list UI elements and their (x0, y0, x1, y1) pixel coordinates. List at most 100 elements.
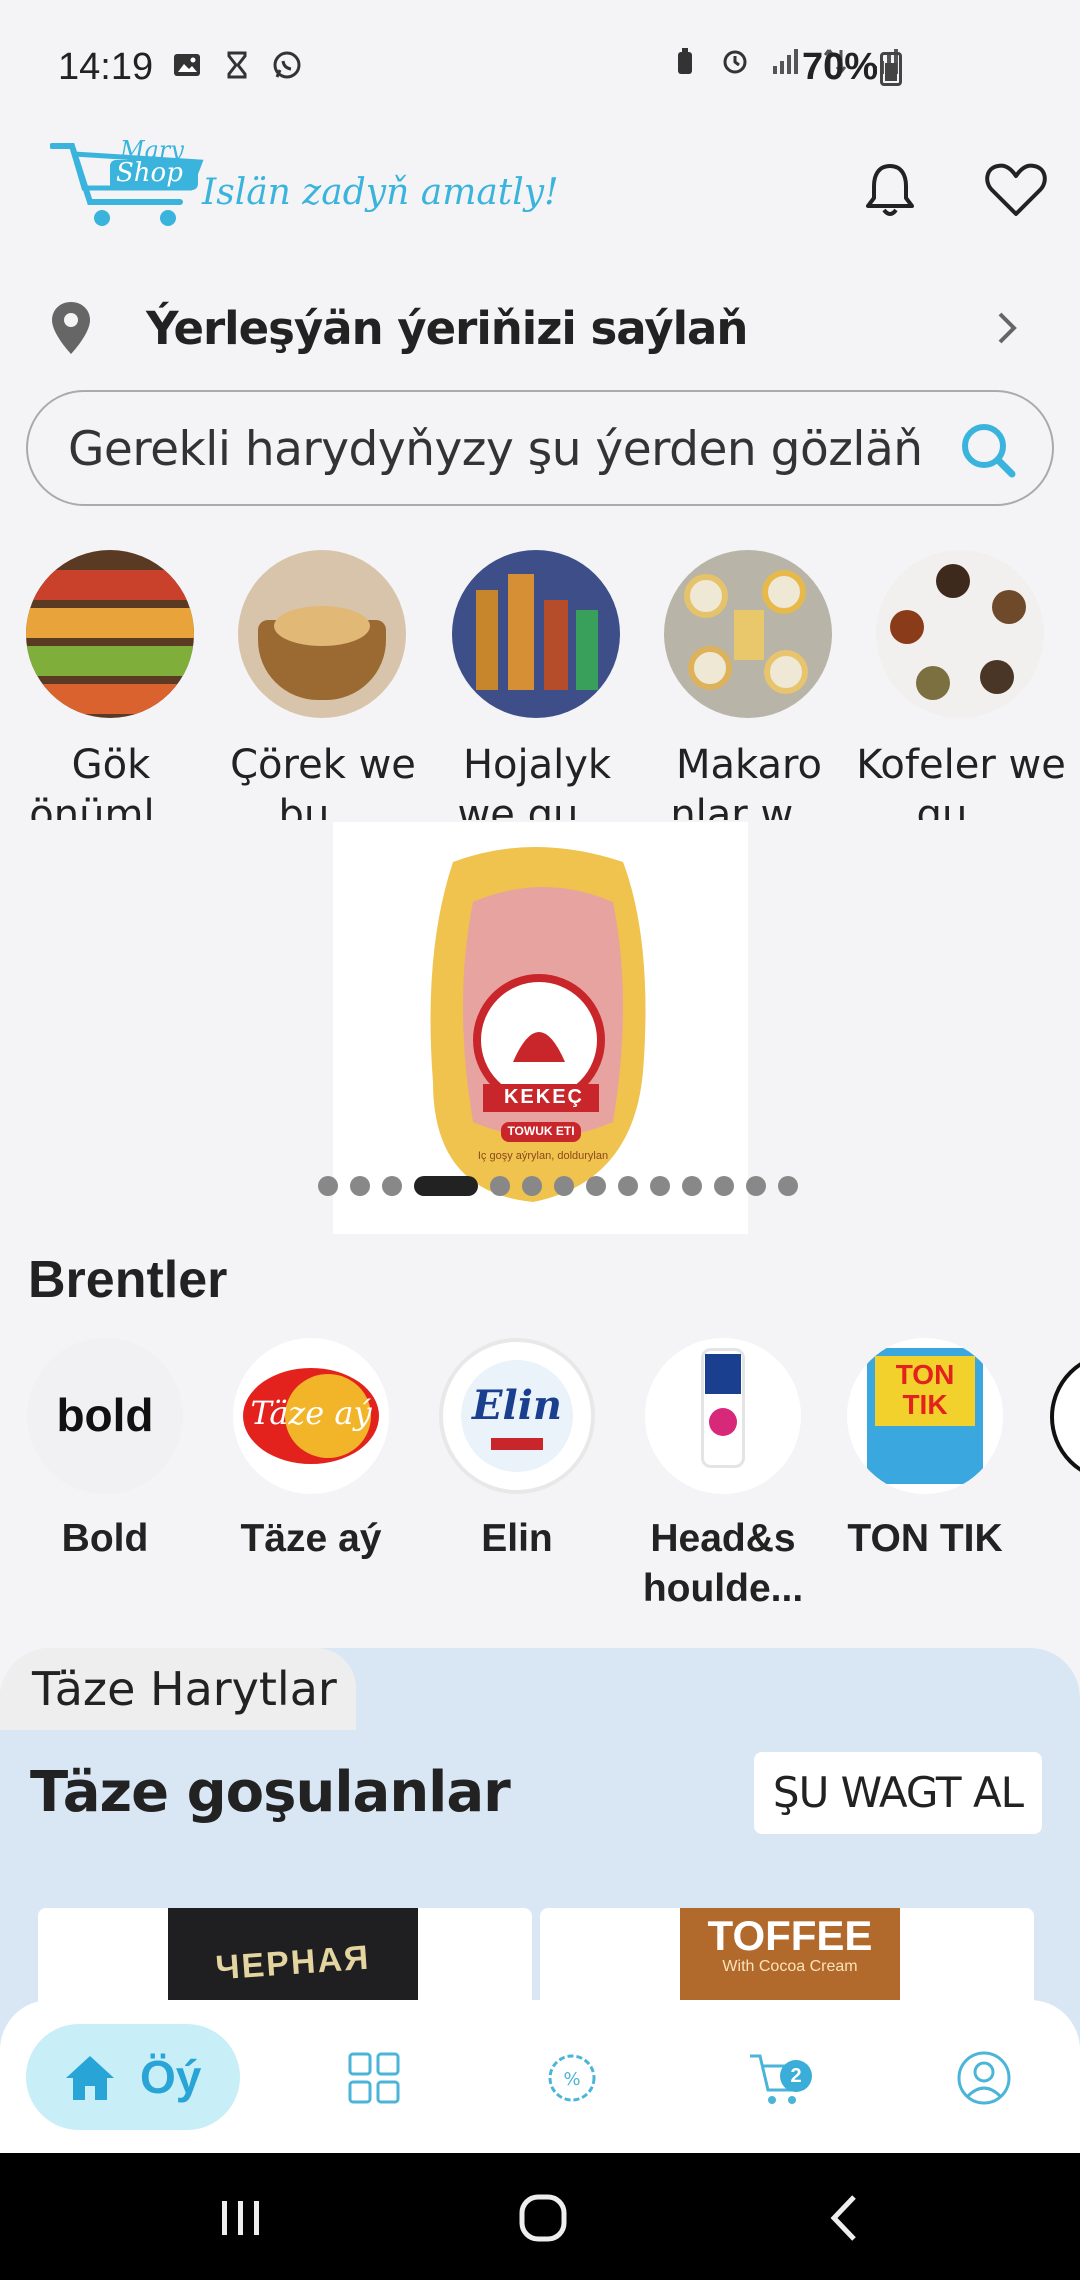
banner-subtitle: TOWUK ETI (507, 1124, 575, 1138)
carousel-dot[interactable] (650, 1176, 670, 1196)
brand-logo (645, 1338, 801, 1494)
brand-label: TON TIK (847, 1517, 1003, 1560)
catalog-grid-icon[interactable] (346, 2050, 402, 2106)
app-logo[interactable]: Mary Shop Islän zadyň amatly! (49, 136, 559, 230)
brand-logo: Elin (439, 1338, 595, 1494)
buy-now-button[interactable]: ŞU WAGT AL (754, 1752, 1042, 1834)
system-navigation-bar (0, 2153, 1080, 2280)
category-image (26, 550, 194, 718)
home-icon (66, 2056, 114, 2100)
chicken-product-image (430, 847, 646, 1202)
back-icon[interactable] (820, 2193, 870, 2243)
location-label: Ýerleşýän ýeriňizi saýlaň (146, 302, 748, 355)
brand-label: Bold (61, 1517, 149, 1560)
brand-label: Head&s houlde... (642, 1517, 804, 1610)
brand-logo: TON TIK (847, 1338, 1003, 1494)
brand-logo-text: Elin (472, 1382, 562, 1429)
carousel-dot[interactable] (714, 1176, 734, 1196)
category-label: Kofeler we gu... (856, 742, 1066, 820)
banner-brand: KEKEÇ (503, 1086, 584, 1108)
bell-icon[interactable] (862, 160, 918, 220)
nav-home[interactable]: Öý (26, 2024, 240, 2130)
logo-slogan: Islän zadyň amatly! (202, 172, 559, 213)
alarm-icon (723, 50, 747, 74)
product-subtext: With Cocoa Cream (722, 1958, 858, 1975)
category-image (876, 550, 1044, 718)
brand-logo-text: TON TIK (895, 1359, 955, 1420)
promo-banner[interactable]: KEKEÇ TOWUK ETI Iç goşy aýrylan, doldury… (333, 822, 748, 1234)
banner-small-text: Iç goşy aýrylan, doldurylan (477, 1150, 609, 1162)
carousel-dot[interactable] (382, 1176, 402, 1196)
search-placeholder: Gerekli harydyňyzy şu ýerden gözläň (68, 422, 923, 477)
brand-label: Elin (481, 1517, 553, 1560)
nav-home-label: Öý (140, 2051, 202, 2103)
carousel-dot[interactable] (586, 1176, 606, 1196)
brand-item[interactable]: TON TIK TON TIK (820, 1338, 1003, 1618)
category-bread[interactable]: Çörek we bu... (230, 550, 416, 820)
bottom-navigation: Öý % 2 (0, 2000, 1080, 2153)
brand-label: Täze aý (240, 1517, 382, 1560)
brand-item[interactable]: Elin Elin (412, 1338, 595, 1618)
battery-charging-icon (880, 52, 902, 86)
signal-icon (773, 49, 798, 74)
brand-item[interactable]: bold Bold (0, 1338, 183, 1618)
category-vegetables[interactable]: Gök önüml... (26, 550, 196, 820)
cart-count-badge: 2 (780, 2060, 812, 2092)
carousel-dot[interactable] (318, 1176, 338, 1196)
home-button-icon[interactable] (518, 2193, 568, 2243)
logo-shop: Shop (116, 158, 183, 188)
brand-item[interactable]: Täze aý Täze aý (206, 1338, 389, 1618)
carousel-dot[interactable] (522, 1176, 542, 1196)
category-pasta[interactable]: Makaro nlar w... (664, 550, 834, 820)
battery-percentage: 70% (802, 46, 879, 88)
recycle-icon (678, 48, 692, 74)
brand-logo-text: Täze aý (250, 1394, 372, 1432)
category-label: Makaro nlar w... (670, 742, 828, 820)
carousel-indicator (318, 1176, 798, 1196)
recent-apps-icon[interactable] (216, 2193, 266, 2243)
svg-text:%: % (563, 2069, 580, 2090)
category-image (664, 550, 832, 718)
search-input[interactable]: Gerekli harydyňyzy şu ýerden gözläň (26, 390, 1054, 506)
hourglass-icon (227, 51, 247, 79)
carousel-dot[interactable] (554, 1176, 574, 1196)
brands-title: Brentler (28, 1251, 228, 1309)
category-image (452, 550, 620, 718)
carousel-dot[interactable] (490, 1176, 510, 1196)
carousel-dot[interactable] (778, 1176, 798, 1196)
fresh-title: Täze goşulanlar (30, 1760, 511, 1825)
chevron-right-icon (998, 312, 1017, 344)
status-time: 14:19 (58, 46, 154, 88)
category-label: Hojalyk we gu... (457, 742, 617, 820)
location-selector[interactable]: Ýerleşýän ýeriňizi saýlaň (0, 290, 1080, 370)
status-bar: 14:19 70% (0, 0, 1080, 140)
discount-icon[interactable]: % (544, 2050, 600, 2106)
brand-logo: bold (27, 1338, 183, 1494)
category-label: Gök önüml... (29, 742, 193, 820)
brand-item[interactable]: Head&s houlde... (618, 1338, 803, 1618)
category-list: Gök önüml... Çörek we bu... Hojalyk we g… (0, 550, 1080, 820)
brand-logo: Täze aý (233, 1338, 389, 1494)
profile-icon[interactable] (956, 2050, 1012, 2106)
product-text: TOFFEE (707, 1912, 873, 1959)
carousel-dot-active[interactable] (414, 1176, 478, 1196)
brand-logo-text: bold (56, 1389, 154, 1441)
carousel-dot[interactable] (350, 1176, 370, 1196)
whatsapp-icon (273, 51, 301, 79)
category-image (238, 550, 406, 718)
status-icons-left (172, 50, 302, 80)
fresh-tab[interactable]: Täze Harytlar (0, 1648, 356, 1730)
heart-icon[interactable] (984, 160, 1048, 220)
category-household[interactable]: Hojalyk we gu... (452, 550, 622, 820)
fresh-tab-label: Täze Harytlar (32, 1662, 337, 1716)
image-icon (174, 54, 200, 76)
category-label: Çörek we bu... (230, 742, 416, 820)
brand-item-partial[interactable] (1050, 1352, 1080, 1482)
category-coffee[interactable]: Kofeler we gu... (856, 550, 1066, 820)
brand-list: bold Bold Täze aý Täze aý Elin Elin Head… (0, 1338, 1080, 1618)
carousel-dot[interactable] (618, 1176, 638, 1196)
carousel-dot[interactable] (746, 1176, 766, 1196)
carousel-dot[interactable] (682, 1176, 702, 1196)
search-icon[interactable] (958, 420, 1018, 480)
location-pin-icon (52, 302, 90, 354)
